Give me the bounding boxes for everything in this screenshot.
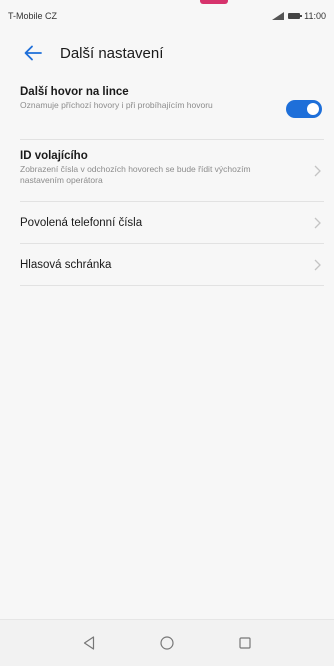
setting-title: ID volajícího <box>20 150 88 162</box>
setting-fixed-dialing[interactable]: Povolená telefonní čísla <box>20 202 324 244</box>
status-icons: 11:00 <box>272 11 326 21</box>
battery-icon <box>288 13 303 19</box>
nav-recents-icon <box>239 637 251 649</box>
nav-home-button[interactable] <box>157 633 177 653</box>
nav-recents-button[interactable] <box>235 633 255 653</box>
nav-back-button[interactable] <box>79 633 99 653</box>
setting-title: Další hovor na lince <box>20 86 129 98</box>
chevron-right-icon <box>310 216 324 230</box>
page-title: Další nastavení <box>60 44 164 62</box>
setting-call-waiting[interactable]: Další hovor na lince Oznamuje příchozí h… <box>20 78 324 140</box>
setting-title: Hlasová schránka <box>20 258 112 271</box>
signal-icon <box>272 12 285 20</box>
settings-list: Další hovor na lince Oznamuje příchozí h… <box>20 78 324 286</box>
status-bar: T-Mobile CZ 11:00 <box>0 0 334 32</box>
carrier-label: T-Mobile CZ <box>8 11 58 21</box>
back-button[interactable] <box>20 40 46 66</box>
app-header: Další nastavení <box>0 32 334 74</box>
clock: 11:00 <box>304 11 326 21</box>
notification-indicator <box>200 0 228 4</box>
setting-subtitle: Oznamuje příchozí hovory i při probíhají… <box>20 100 213 110</box>
nav-home-icon <box>160 636 174 650</box>
setting-caller-id[interactable]: ID volajícího Zobrazení čísla v odchozíc… <box>20 140 324 202</box>
chevron-right-icon <box>310 164 324 178</box>
call-waiting-toggle[interactable] <box>286 99 322 118</box>
navigation-bar <box>0 619 334 666</box>
setting-subtitle: Zobrazení čísla v odchozích hovorech se … <box>20 164 251 185</box>
back-arrow-icon <box>24 45 42 61</box>
setting-voicemail[interactable]: Hlasová schránka <box>20 244 324 286</box>
setting-title: Povolená telefonní čísla <box>20 216 143 229</box>
chevron-right-icon <box>310 258 324 272</box>
nav-back-icon <box>83 636 95 650</box>
